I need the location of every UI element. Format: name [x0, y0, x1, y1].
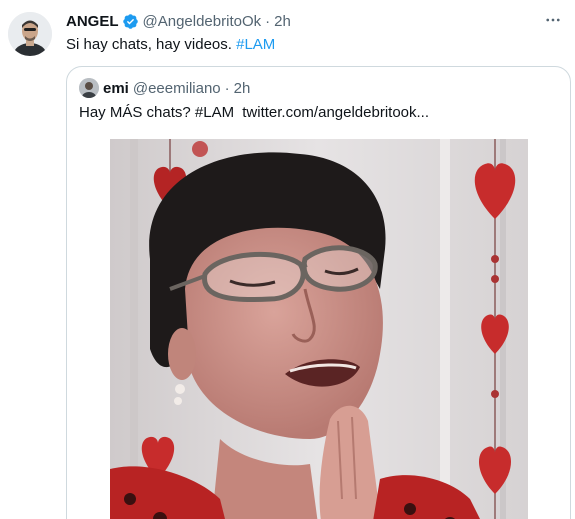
timestamp[interactable]: 2h — [274, 13, 291, 30]
quoted-tweet-header: emi @eeemiliano · 2h — [79, 78, 250, 98]
quoted-separator: · — [224, 79, 230, 97]
quoted-author-name: emi — [103, 79, 129, 97]
more-options-icon[interactable] — [543, 10, 563, 30]
quoted-link: twitter.com/angeldebritook... — [242, 104, 430, 121]
author-handle[interactable]: @AngeldebritoOk — [143, 13, 262, 30]
author-name[interactable]: ANGEL — [66, 13, 119, 30]
quoted-tweet-text: Hay MÁS chats? #LAM twitter.com/angeldeb… — [79, 103, 429, 123]
tweet-header: ANGEL @AngeldebritoOk · 2h — [66, 11, 291, 31]
hashtag-link[interactable]: #LAM — [236, 36, 275, 53]
quoted-timestamp: 2h — [233, 79, 251, 97]
quoted-text-body: Hay MÁS chats? — [79, 104, 191, 121]
quoted-media-image[interactable] — [110, 139, 528, 519]
verified-badge-icon — [122, 13, 139, 30]
tweet-text: Si hay chats, hay videos. #LAM — [66, 35, 275, 55]
quoted-tweet[interactable]: emi @eeemiliano · 2h Hay MÁS chats? #LAM… — [66, 66, 571, 519]
quoted-author-avatar — [79, 78, 99, 98]
separator: · — [265, 12, 271, 30]
quoted-hashtag: #LAM — [194, 104, 235, 121]
author-avatar[interactable] — [8, 12, 52, 56]
tweet-text-body: Si hay chats, hay videos. — [66, 36, 232, 53]
quoted-author-handle: @eeemiliano — [132, 79, 221, 97]
tweet[interactable]: ANGEL @AngeldebritoOk · 2h Si hay chats,… — [0, 0, 575, 519]
